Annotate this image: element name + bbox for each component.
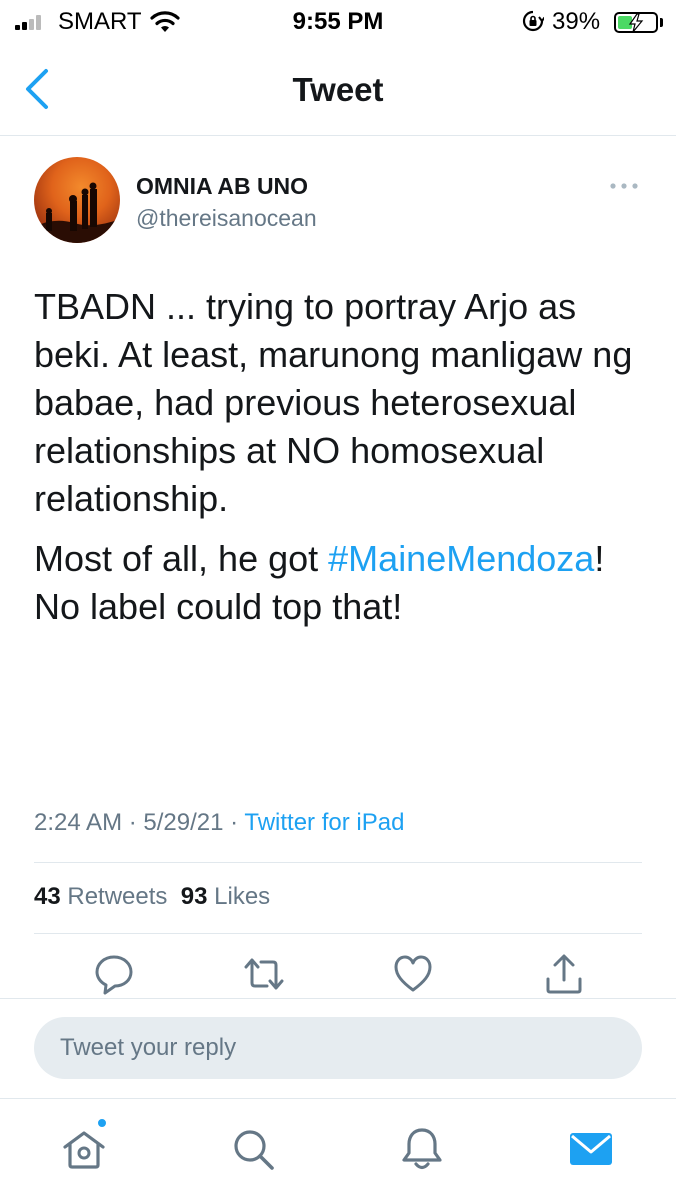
battery-percent: 39% [552,8,601,35]
home-notification-dot [96,1117,108,1129]
reply-input[interactable] [34,1017,642,1079]
avatar[interactable] [34,157,120,243]
avatar-silhouettes [34,182,120,243]
share-icon[interactable] [543,953,585,995]
search-icon[interactable] [229,1125,277,1173]
messages-icon[interactable] [567,1125,615,1173]
divider [34,933,642,934]
display-name[interactable]: OMNIA AB UNO [136,173,308,200]
hashtag-link[interactable]: #MaineMendoza [328,538,594,579]
notifications-icon[interactable] [398,1125,446,1173]
retweet-icon[interactable] [243,953,285,995]
reply-bar [0,998,676,1096]
tweet-source-link[interactable]: Twitter for iPad [244,809,404,836]
tweet-text: TBADN ... trying to portray Arjo as beki… [34,283,644,631]
tweet-timestamp: 2:24 AM · 5/29/21 · [34,809,245,836]
tweet-metadata: 2:24 AM · 5/29/21 · Twitter for iPad [34,809,404,837]
divider [34,862,642,863]
home-icon[interactable] [60,1125,108,1173]
retweets-stat[interactable]: 43 Retweets [34,883,167,910]
reply-icon[interactable] [93,953,135,995]
user-handle[interactable]: @thereisanocean [136,205,317,232]
likes-count: 93 [180,883,208,910]
charging-bolt-icon [628,13,644,33]
tweet-paragraph: Most of all, he got #MaineMendoza! No la… [34,535,644,631]
more-options-icon[interactable] [608,180,640,192]
rotation-lock-icon [522,10,544,32]
like-icon[interactable] [392,953,434,995]
tweet-paragraph: TBADN ... trying to portray Arjo as beki… [34,286,633,519]
battery-tip [660,18,663,27]
nav-bar: Tweet [0,44,676,136]
page-title: Tweet [292,71,384,108]
likes-stat[interactable]: 93 Likes [181,883,270,910]
tweet-stats: 43 Retweets 93 Likes [34,883,270,911]
tweet-text-segment: Most of all, he got [34,538,329,579]
likes-label: Likes [214,883,271,910]
status-bar: SMART 9:55 PM 39% [0,0,676,44]
tweet-actions [0,953,676,999]
tab-bar [0,1098,676,1200]
retweets-label: Retweets [67,883,168,910]
retweets-count: 43 [34,883,61,910]
